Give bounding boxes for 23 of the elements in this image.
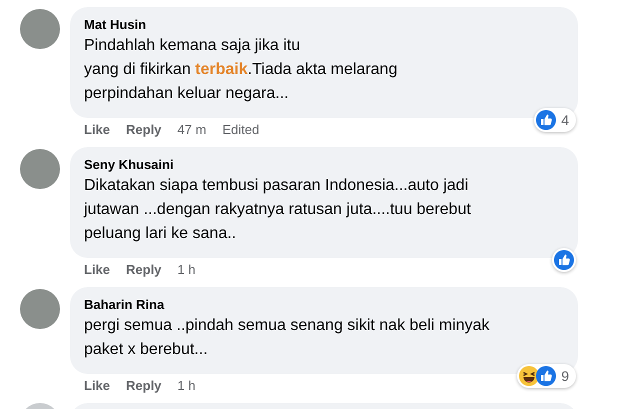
author-name[interactable]: Baharin Rina [84, 296, 564, 314]
avatar-photo[interactable] [20, 9, 60, 49]
author-name[interactable]: Mat Husin [84, 16, 564, 34]
action-link[interactable]: Like [84, 261, 110, 278]
comment-time[interactable]: 1 h [177, 261, 196, 278]
comment-text: Dikatakan siapa tembusi pasaran Indonesia...auto jadi jutawan ...dengan rakyatnya ratusan juta....tuu berebut peluang lari ke sana.. [84, 176, 472, 244]
reaction-count: 9 [560, 368, 570, 384]
reaction-badge[interactable]: 4 [534, 108, 576, 132]
comment-time[interactable]: 1 h [177, 377, 196, 394]
comment-text: Pindahlah kemana saja jika itu yang di fikirkan terbaik.Tiada akta melarang perpindahan keluar negara... [84, 36, 398, 104]
comment-time[interactable]: 47 m [177, 121, 206, 138]
author-name[interactable]: Seny Khusaini [84, 156, 564, 174]
action-link[interactable]: Like [84, 121, 110, 138]
action-link[interactable]: Reply [126, 261, 162, 278]
reaction-count: 4 [560, 112, 570, 128]
action-link[interactable]: Reply [126, 121, 162, 138]
reaction-badge[interactable]: 9 [517, 364, 576, 388]
action-link[interactable]: Like [84, 377, 110, 394]
action-link[interactable]: Reply [126, 377, 162, 394]
comment-text: pergi semua ..pindah semua senang sikit nak beli minyak paket x berebut... [84, 316, 491, 360]
avatar-photo[interactable] [20, 149, 60, 189]
avatar-photo[interactable] [20, 289, 60, 329]
edited-label[interactable]: Edited [222, 121, 260, 138]
